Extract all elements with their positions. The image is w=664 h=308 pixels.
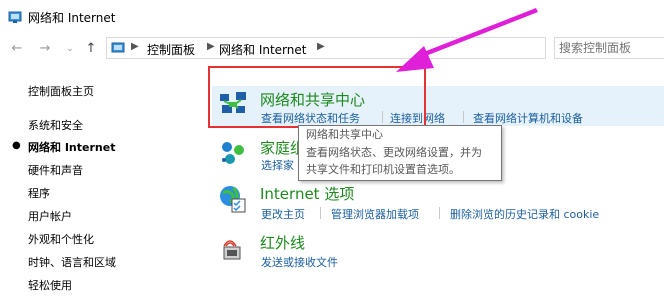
annotation-highlight-box (208, 66, 426, 128)
internet-options-title[interactable]: Internet 选项 (260, 183, 354, 204)
breadcrumb-separator-icon[interactable]: ▶ (131, 41, 139, 52)
recent-locations-chevron-icon[interactable]: ⌄ (64, 40, 76, 58)
title-bar: 网络和 Internet (0, 0, 664, 34)
tooltip-line-1: 查看网络状态、更改网络设置，并为 (306, 146, 482, 159)
sidebar-item-hardware-sound[interactable]: 硬件和声音 (28, 162, 83, 178)
breadcrumb-separator-icon[interactable]: ▶ (317, 41, 325, 52)
link-divider (320, 207, 321, 219)
sidebar-item-system-security[interactable]: 系统和安全 (28, 117, 83, 133)
breadcrumb-separator-icon[interactable]: ▶ (207, 41, 215, 52)
homegroup-options-link[interactable]: 选择家 (261, 157, 294, 173)
tooltip: 网络和共享中心 查看网络状态、更改网络设置，并为 共享文件和打印机设置首选项。 (298, 125, 502, 181)
view-network-computers-link[interactable]: 查看网络计算机和设备 (473, 110, 583, 126)
search-box[interactable] (554, 37, 664, 59)
active-indicator: ● (12, 140, 21, 151)
sidebar-item-network-internet[interactable]: 网络和 Internet (28, 139, 115, 155)
tooltip-title: 网络和共享中心 (306, 128, 383, 141)
link-divider (439, 207, 440, 219)
network-folder-icon (8, 11, 22, 23)
breadcrumb-control-panel[interactable]: 控制面板 (147, 41, 195, 58)
control-panel-icon (111, 42, 125, 53)
change-homepage-link[interactable]: 更改主页 (261, 206, 305, 222)
sidebar-item-programs[interactable]: 程序 (28, 185, 50, 201)
homegroup-icon (222, 142, 244, 164)
tooltip-line-2: 共享文件和打印机设置首选项。 (306, 163, 460, 176)
link-divider (463, 111, 464, 123)
delete-history-link[interactable]: 删除浏览的历史记录和 cookie (450, 206, 599, 222)
search-input[interactable] (559, 41, 659, 55)
internet-options-icon (220, 186, 246, 213)
breadcrumb-network-internet[interactable]: 网络和 Internet (219, 41, 306, 58)
manage-addons-link[interactable]: 管理浏览器加载项 (331, 206, 419, 222)
up-button[interactable]: ↑ (82, 40, 100, 58)
address-bar[interactable]: ▶ 控制面板 ▶ 网络和 Internet ▶ (106, 37, 546, 59)
forward-button[interactable]: → (36, 40, 54, 58)
send-receive-files-link[interactable]: 发送或接收文件 (261, 254, 338, 270)
window-title: 网络和 Internet (28, 11, 116, 25)
infrared-title[interactable]: 红外线 (260, 232, 305, 253)
back-button[interactable]: ← (8, 40, 26, 58)
sidebar-item-control-panel-home[interactable]: 控制面板主页 (28, 83, 94, 99)
infrared-icon (223, 240, 241, 260)
sidebar-item-clock-region[interactable]: 时钟、语言和区域 (28, 254, 116, 270)
sidebar-item-ease-of-access[interactable]: 轻松使用 (28, 277, 72, 293)
sidebar-item-user-accounts[interactable]: 用户帐户 (28, 208, 72, 224)
sidebar-item-appearance[interactable]: 外观和个性化 (28, 231, 94, 247)
